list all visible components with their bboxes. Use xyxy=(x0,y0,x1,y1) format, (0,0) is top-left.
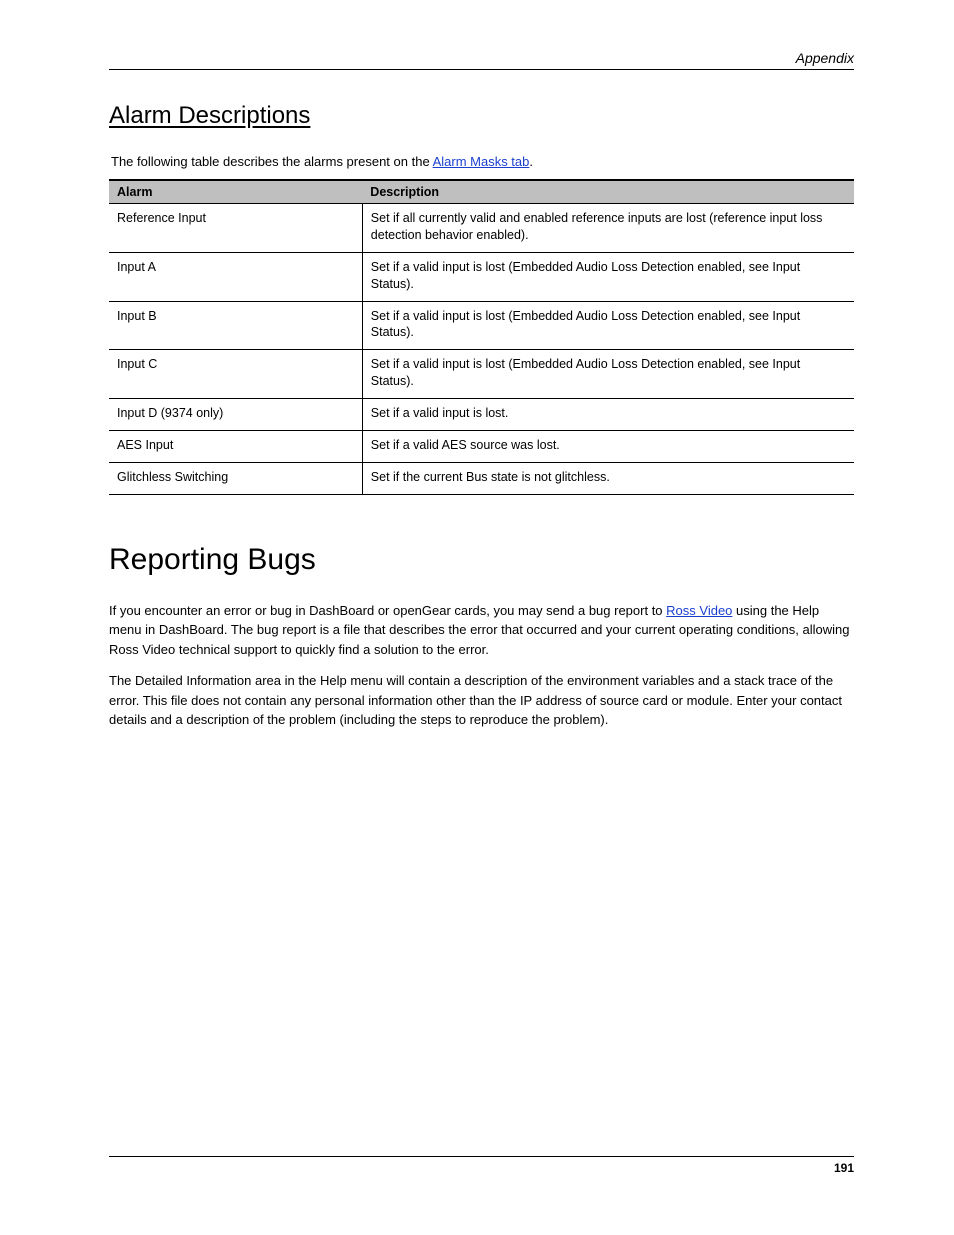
alarm-descriptions-heading: Alarm Descriptions xyxy=(109,102,854,130)
alarm-intro: The following table describes the alarms… xyxy=(109,154,854,169)
table-row: Reference Input Set if all currently val… xyxy=(109,204,854,253)
alarm-intro-suffix: . xyxy=(529,154,533,169)
bugs-paragraph-2: The Detailed Information area in the Hel… xyxy=(109,671,854,730)
alarm-name-cell: Reference Input xyxy=(109,204,362,253)
page-number: 191 xyxy=(834,1161,854,1175)
col-header-description: Description xyxy=(362,180,854,204)
ross-video-link[interactable]: Ross Video xyxy=(666,603,732,618)
bugs-paragraph-1: If you encounter an error or bug in Dash… xyxy=(109,601,854,660)
alarm-name-cell: AES Input xyxy=(109,430,362,462)
bugs-p1-prefix: If you encounter an error or bug in Dash… xyxy=(109,603,666,618)
table-row: Input D (9374 only) Set if a valid input… xyxy=(109,399,854,431)
table-row: Input B Set if a valid input is lost (Em… xyxy=(109,301,854,350)
alarm-name-cell: Input C xyxy=(109,350,362,399)
alarm-name-cell: Input B xyxy=(109,301,362,350)
alarm-desc-cell: Set if a valid AES source was lost. xyxy=(362,430,854,462)
alarm-table: Alarm Description Reference Input Set if… xyxy=(109,179,854,495)
alarm-masks-link[interactable]: Alarm Masks tab xyxy=(433,154,530,169)
reporting-bugs-heading: Reporting Bugs xyxy=(109,543,854,577)
running-head: Appendix xyxy=(796,50,854,66)
alarm-desc-cell: Set if a valid input is lost (Embedded A… xyxy=(362,350,854,399)
table-row: Glitchless Switching Set if the current … xyxy=(109,462,854,494)
alarm-name-cell: Input D (9374 only) xyxy=(109,399,362,431)
table-row: Input C Set if a valid input is lost (Em… xyxy=(109,350,854,399)
table-row: AES Input Set if a valid AES source was … xyxy=(109,430,854,462)
table-row: Input A Set if a valid input is lost (Em… xyxy=(109,252,854,301)
alarm-name-cell: Input A xyxy=(109,252,362,301)
col-header-alarm: Alarm xyxy=(109,180,362,204)
alarm-desc-cell: Set if a valid input is lost. xyxy=(362,399,854,431)
alarm-desc-cell: Set if all currently valid and enabled r… xyxy=(362,204,854,253)
alarm-desc-cell: Set if the current Bus state is not glit… xyxy=(362,462,854,494)
alarm-desc-cell: Set if a valid input is lost (Embedded A… xyxy=(362,252,854,301)
alarm-name-cell: Glitchless Switching xyxy=(109,462,362,494)
alarm-intro-prefix: The following table describes the alarms… xyxy=(111,154,433,169)
alarm-desc-cell: Set if a valid input is lost (Embedded A… xyxy=(362,301,854,350)
